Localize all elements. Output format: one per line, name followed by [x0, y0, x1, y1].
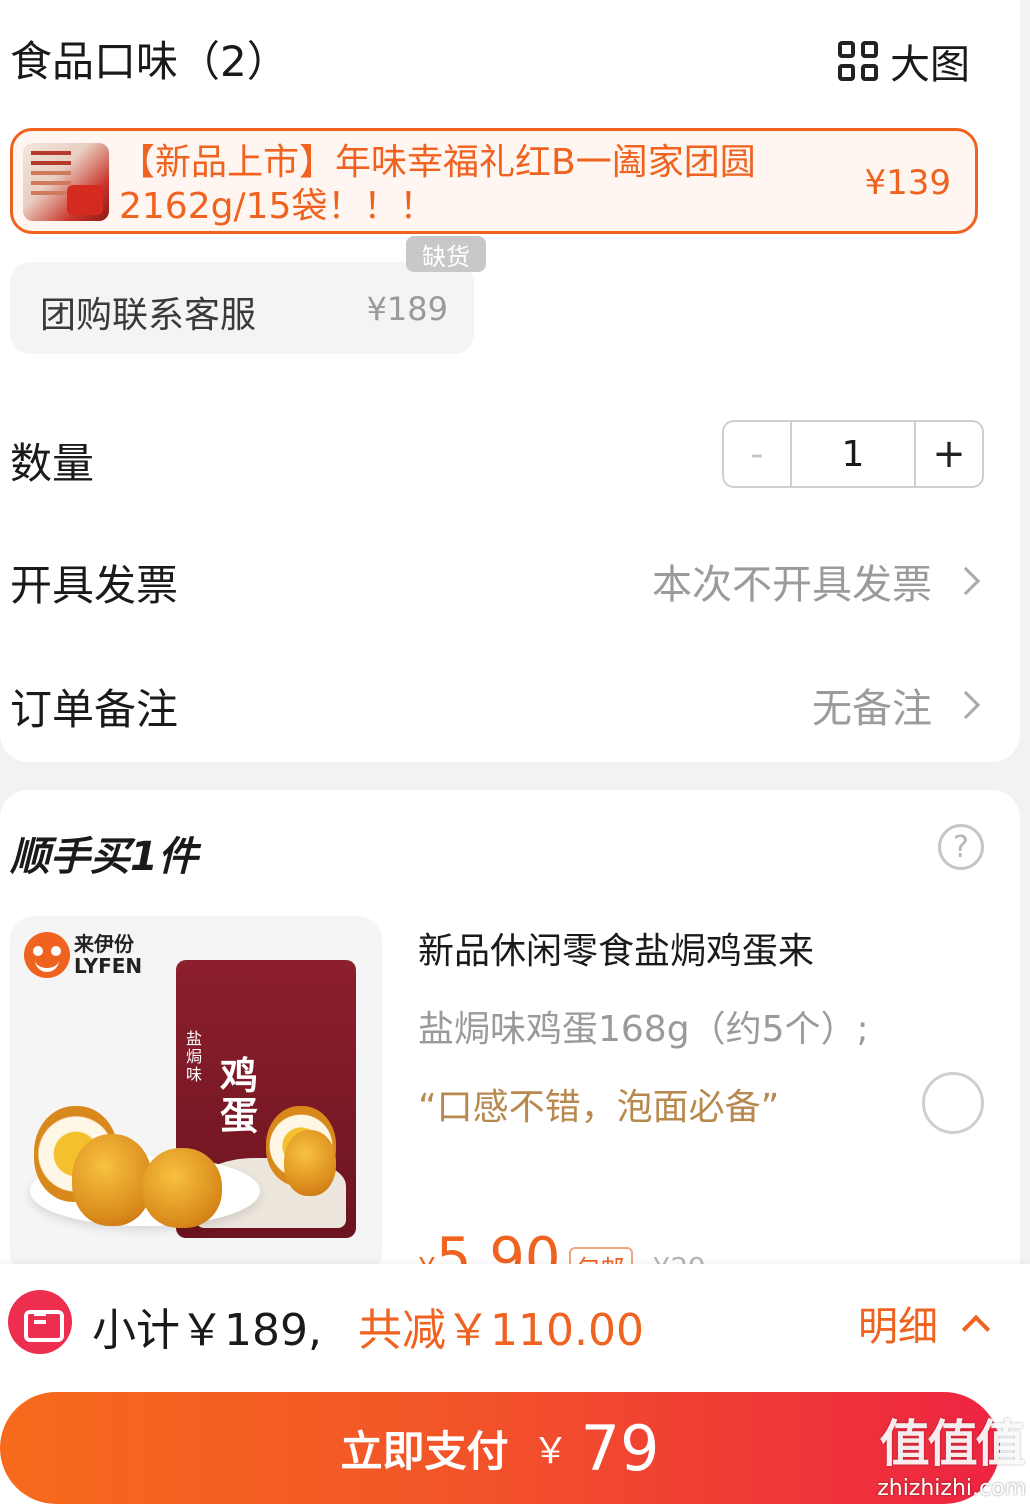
watermark-url: zhizhizhi.com [877, 1476, 1026, 1501]
flavor-option-group-buy[interactable]: 团购联系客服 ¥189 [10, 262, 474, 354]
big-view-toggle[interactable]: 大图 [838, 32, 970, 90]
sku-selection-card: 食品口味（2） 大图 【新品上市】年味幸福礼红B一阖家团圆2162g/15袋！！… [0, 0, 1020, 762]
big-view-label: 大图 [890, 42, 970, 88]
addon-title: 顺手买1件 [10, 834, 198, 880]
brand-name-cn: 来伊份 [74, 932, 134, 956]
increment-button[interactable]: + [916, 422, 982, 486]
quantity-stepper: - 1 + [722, 420, 984, 488]
package-flavor-label: 盐焗味 [186, 1029, 203, 1084]
option-price: ¥139 [864, 163, 951, 203]
egg [284, 1130, 336, 1196]
brand-name-en: LYFEN [74, 954, 143, 978]
option-thumbnail [23, 143, 109, 221]
chevron-right-icon [951, 566, 981, 596]
decrement-button[interactable]: - [724, 422, 790, 486]
pay-label: 立即支付 [340, 1426, 509, 1476]
brand-logo: 来伊份 LYFEN [24, 932, 142, 978]
pay-amount: 79 [580, 1411, 660, 1485]
grid-icon [838, 41, 878, 81]
watermark: 值值值 zhizhizhi.com [877, 1404, 1026, 1501]
watermark-logo: 值值值 [879, 1415, 1026, 1473]
invoice-value: 本次不开具发票 [652, 562, 932, 608]
order-note-label: 订单备注 [10, 685, 179, 734]
option-name: 【新品上市】年味幸福礼红B一阖家团圆2162g/15袋！！！ [119, 142, 756, 227]
chevron-up-icon [961, 1314, 991, 1344]
quantity-input[interactable]: 1 [790, 422, 916, 486]
product-quote: “口感不错，泡面必备” [418, 1087, 780, 1128]
flavor-section-title: 食品口味（2） [10, 37, 289, 86]
product-name[interactable]: 新品休闲零食盐焗鸡蛋来 [418, 922, 814, 974]
option-name: 团购联系客服 [40, 295, 257, 336]
package-title: 鸡蛋 [220, 1054, 259, 1138]
invoice-selector[interactable]: 本次不开具发票 [652, 552, 981, 610]
product-spec: 盐焗味鸡蛋168g（约5个）; [418, 1009, 869, 1050]
discount-text: 共减￥110.00 [358, 1305, 644, 1356]
flavor-option-selected[interactable]: 【新品上市】年味幸福礼红B一阖家团圆2162g/15袋！！！ ¥139 [10, 128, 978, 234]
product-image[interactable]: 来伊份 LYFEN 盐焗味 鸡蛋 [10, 916, 382, 1276]
help-icon[interactable]: ? [938, 824, 984, 870]
coupon-ticket-icon [8, 1290, 72, 1354]
subtotal-text: 小计￥189, [92, 1305, 322, 1356]
chevron-right-icon [951, 690, 981, 720]
price-detail-toggle[interactable]: 明细 [858, 1294, 991, 1352]
invoice-label: 开具发票 [10, 561, 179, 610]
addon-select-radio[interactable] [922, 1072, 984, 1134]
egg [142, 1148, 222, 1228]
detail-label: 明细 [858, 1304, 938, 1350]
egg [72, 1134, 152, 1226]
quantity-label: 数量 [10, 439, 95, 488]
pay-currency: ￥ [532, 1431, 569, 1472]
order-note-value: 无备注 [812, 686, 932, 732]
option-price: ¥189 [366, 290, 448, 328]
order-note-selector[interactable]: 无备注 [812, 676, 981, 734]
smiley-logo-icon [24, 932, 70, 978]
pay-now-button[interactable]: 立即支付 ￥ 79 [0, 1392, 1000, 1504]
out-of-stock-badge: 缺货 [406, 236, 486, 272]
